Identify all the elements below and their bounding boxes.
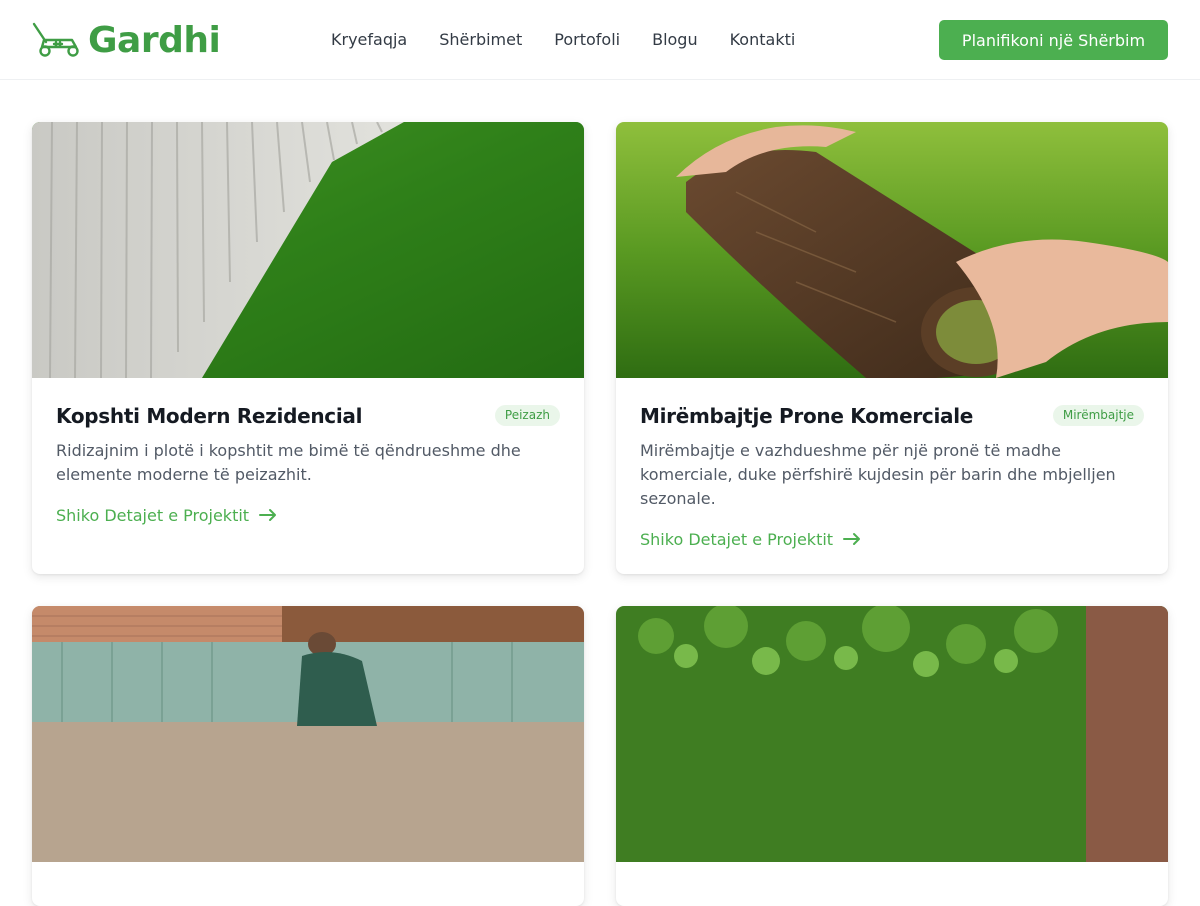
project-title: Kopshti Modern Rezidencial <box>56 404 363 428</box>
schedule-service-button[interactable]: Planifikoni një Shërbim <box>939 20 1168 60</box>
project-image-gardener <box>32 606 584 862</box>
project-card <box>32 606 584 906</box>
project-description: Ridizajnim i plotë i kopshtit me bimë të… <box>56 441 521 484</box>
link-label: Shiko Detajet e Projektit <box>640 529 834 549</box>
nav-item-portfolio[interactable]: Portofoli <box>554 28 620 52</box>
view-project-link[interactable]: Shiko Detajet e Projektit <box>56 503 560 527</box>
card-body: Mirëmbajtje Prone Komerciale Mirëmbajtje… <box>616 378 1168 551</box>
category-badge: Peizazh <box>494 405 560 426</box>
main-nav: Kryefaqja Shërbimet Portofoli Blogu Kont… <box>331 28 827 52</box>
project-image-sod-roll <box>616 122 1168 378</box>
brand-name: Gardhi <box>88 19 221 61</box>
category-badge: Mirëmbajtje <box>1052 405 1144 426</box>
project-card: Mirëmbajtje Prone Komerciale Mirëmbajtje… <box>616 122 1168 574</box>
arrow-right-icon <box>843 533 861 545</box>
nav-item-home[interactable]: Kryefaqja <box>331 28 407 52</box>
project-description: Mirëmbajtje e vazhdueshme për një pronë … <box>640 441 1116 508</box>
link-label: Shiko Detajet e Projektit <box>56 505 250 525</box>
card-body: Kopshti Modern Rezidencial Peizazh Ridiz… <box>32 378 584 527</box>
project-card <box>616 606 1168 906</box>
nav-item-services[interactable]: Shërbimet <box>439 28 522 52</box>
nav-item-blog[interactable]: Blogu <box>652 28 698 52</box>
arrow-right-icon <box>259 509 277 521</box>
site-header: Gardhi Kryefaqja Shërbimet Portofoli Blo… <box>0 0 1200 80</box>
lawn-mower-icon <box>32 22 79 57</box>
project-image-fence-lawn <box>32 122 584 378</box>
project-card: Kopshti Modern Rezidencial Peizazh Ridiz… <box>32 122 584 574</box>
logo[interactable]: Gardhi <box>32 18 221 62</box>
project-image-groundcover <box>616 606 1168 862</box>
view-project-link[interactable]: Shiko Detajet e Projektit <box>640 527 1144 551</box>
nav-item-contact[interactable]: Kontakti <box>730 28 796 52</box>
